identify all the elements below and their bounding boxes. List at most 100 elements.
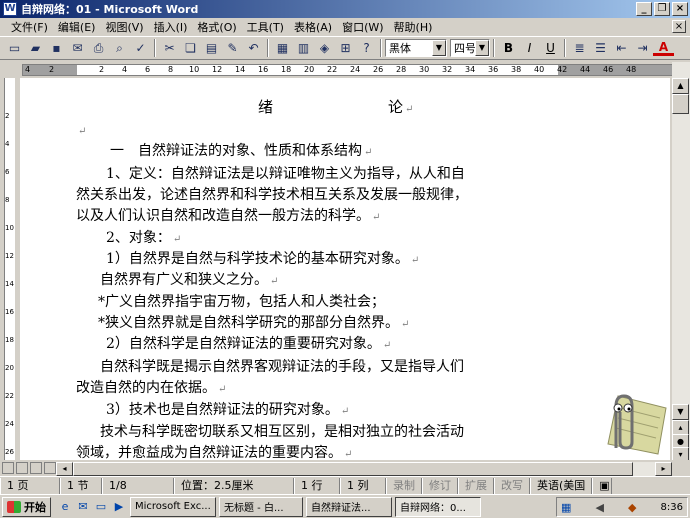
- horizontal-ruler[interactable]: 4 2 2 4 6 8 10 12 14 16 18 20 22 24 26 2…: [0, 62, 690, 78]
- task-word-doc[interactable]: 自然辩证法...: [306, 496, 392, 517]
- menu-tools[interactable]: 工具(T): [242, 19, 289, 35]
- minimize-button[interactable]: _: [636, 2, 652, 16]
- document-close-button[interactable]: ×: [672, 20, 686, 33]
- title-bar: W 自辩网络：01 - Microsoft Word _ ❐ ×: [0, 0, 690, 18]
- status-overtype[interactable]: 改写: [494, 477, 530, 494]
- hscroll-thumb[interactable]: [73, 462, 633, 476]
- open-folder-icon[interactable]: ▰: [25, 38, 46, 58]
- ruler-number: 38: [511, 65, 522, 74]
- menu-view[interactable]: 视图(V): [100, 19, 148, 35]
- internet-explorer-icon[interactable]: e: [57, 499, 73, 515]
- task-paint[interactable]: 无标题 - 白...: [219, 496, 303, 517]
- vruler-number: 18: [5, 336, 14, 344]
- new-document-icon[interactable]: ▭: [4, 38, 25, 58]
- menu-file[interactable]: 文件(F): [6, 19, 53, 35]
- start-button[interactable]: 开始: [2, 496, 51, 517]
- underline-button[interactable]: U: [540, 38, 561, 58]
- empty-paragraph: ↵: [78, 126, 87, 137]
- ruler-number: 2: [99, 65, 105, 74]
- font-name-select[interactable]: 黑体 ▼: [385, 39, 447, 57]
- ruler-track: 4 2 2 4 6 8 10 12 14 16 18 20 22 24 26 2…: [22, 64, 673, 76]
- outlook-express-icon[interactable]: ✉: [75, 499, 91, 515]
- tray-clock[interactable]: 8:36: [661, 502, 683, 513]
- scroll-left-icon[interactable]: ◂: [56, 462, 73, 476]
- bullets-icon[interactable]: ☰: [590, 38, 611, 58]
- spelling-status-icon[interactable]: ▣: [592, 477, 613, 494]
- bold-button[interactable]: B: [498, 38, 519, 58]
- decrease-indent-icon[interactable]: ⇤: [611, 38, 632, 58]
- paragraph-line: 领域，并愈益成为自然辩证法的重要内容。 ↵: [76, 445, 353, 460]
- ruler-number: 4: [122, 65, 128, 74]
- help-icon[interactable]: ?: [356, 38, 377, 58]
- word-app-icon[interactable]: W: [3, 2, 17, 16]
- status-page-of: 1/8: [102, 477, 174, 494]
- status-track-changes[interactable]: 修订: [422, 477, 458, 494]
- vruler-number: 26: [5, 448, 14, 456]
- task-excel[interactable]: Microsoft Exc...: [130, 496, 216, 517]
- ruler-number: 30: [419, 65, 430, 74]
- scroll-right-icon[interactable]: ▸: [655, 462, 672, 476]
- media-player-icon[interactable]: ▶: [111, 499, 127, 515]
- print-layout-icon[interactable]: [30, 462, 42, 474]
- chevron-down-icon[interactable]: ▼: [475, 40, 489, 56]
- menu-format[interactable]: 格式(O): [192, 19, 241, 35]
- tray-ime-icon[interactable]: ◆: [628, 501, 636, 514]
- insert-table-icon[interactable]: ▦: [272, 38, 293, 58]
- restore-button[interactable]: ❐: [654, 2, 670, 16]
- ruler-number: 46: [603, 65, 614, 74]
- undo-icon[interactable]: ↶: [243, 38, 264, 58]
- ruler-number: 40: [534, 65, 545, 74]
- spelling-icon[interactable]: ✓: [130, 38, 151, 58]
- office-assistant-paperclip-icon[interactable]: [588, 388, 668, 456]
- paste-icon[interactable]: ▤: [201, 38, 222, 58]
- view-and-hscroll-row: ◂ ▸: [0, 460, 690, 476]
- task-word-active[interactable]: 自辩网络：0...: [395, 496, 481, 517]
- font-color-button[interactable]: A: [653, 40, 674, 56]
- columns-icon[interactable]: ▥: [293, 38, 314, 58]
- ruler-number: 36: [488, 65, 499, 74]
- print-preview-icon[interactable]: ⌕: [109, 38, 130, 58]
- menu-table[interactable]: 表格(A): [289, 19, 337, 35]
- menu-window[interactable]: 窗口(W): [337, 19, 388, 35]
- ruler-number: 6: [145, 65, 151, 74]
- vruler-number: 24: [5, 420, 14, 428]
- vertical-ruler[interactable]: 2 4 6 8 10 12 14 16 18 20 22 24 26: [0, 78, 18, 460]
- document-map-icon[interactable]: ◈: [314, 38, 335, 58]
- chevron-down-icon[interactable]: ▼: [432, 40, 446, 56]
- scroll-thumb[interactable]: [672, 94, 689, 114]
- print-icon[interactable]: ⎙: [88, 38, 109, 58]
- web-view-icon[interactable]: [16, 462, 28, 474]
- outline-view-icon[interactable]: [44, 462, 56, 474]
- italic-button[interactable]: I: [519, 38, 540, 58]
- vruler-number: 10: [5, 224, 14, 232]
- font-size-select[interactable]: 四号 ▼: [450, 39, 490, 57]
- normal-view-icon[interactable]: [2, 462, 14, 474]
- menu-insert[interactable]: 插入(I): [149, 19, 193, 35]
- email-icon[interactable]: ✉: [67, 38, 88, 58]
- window-title: 自辩网络：01 - Microsoft Word: [21, 3, 199, 16]
- start-label: 开始: [24, 500, 46, 514]
- scroll-down-icon[interactable]: ▼: [672, 404, 689, 420]
- show-desktop-icon[interactable]: ▭: [93, 499, 109, 515]
- vertical-scrollbar[interactable]: ▲ ▼ ▴ ● ▾: [672, 62, 690, 463]
- status-extend[interactable]: 扩展: [458, 477, 494, 494]
- format-painter-icon[interactable]: ✎: [222, 38, 243, 58]
- ruler-number: 48: [626, 65, 637, 74]
- zoom-icon[interactable]: ⊞: [335, 38, 356, 58]
- document-page[interactable]: 绪 论 ↵ ↵ 一 自然辩证法的对象、性质和体系结构 ↵ 1、定义：自然辩证法是以辩…: [20, 78, 670, 460]
- cut-icon[interactable]: ✂: [159, 38, 180, 58]
- ruler-number: 32: [442, 65, 453, 74]
- numbering-icon[interactable]: ≣: [569, 38, 590, 58]
- increase-indent-icon[interactable]: ⇥: [632, 38, 653, 58]
- close-button[interactable]: ×: [672, 2, 688, 16]
- tray-volume-icon[interactable]: ◀: [595, 501, 603, 514]
- copy-icon[interactable]: ❏: [180, 38, 201, 58]
- menu-edit[interactable]: 编辑(E): [53, 19, 101, 35]
- save-icon[interactable]: ▪: [46, 38, 67, 58]
- scroll-up-icon[interactable]: ▲: [672, 78, 689, 94]
- ruler-number: 24: [350, 65, 361, 74]
- horizontal-scrollbar[interactable]: ◂ ▸: [56, 462, 672, 476]
- status-record[interactable]: 录制: [386, 477, 422, 494]
- tray-network-icon[interactable]: ▦: [561, 501, 571, 514]
- menu-help[interactable]: 帮助(H): [389, 19, 438, 35]
